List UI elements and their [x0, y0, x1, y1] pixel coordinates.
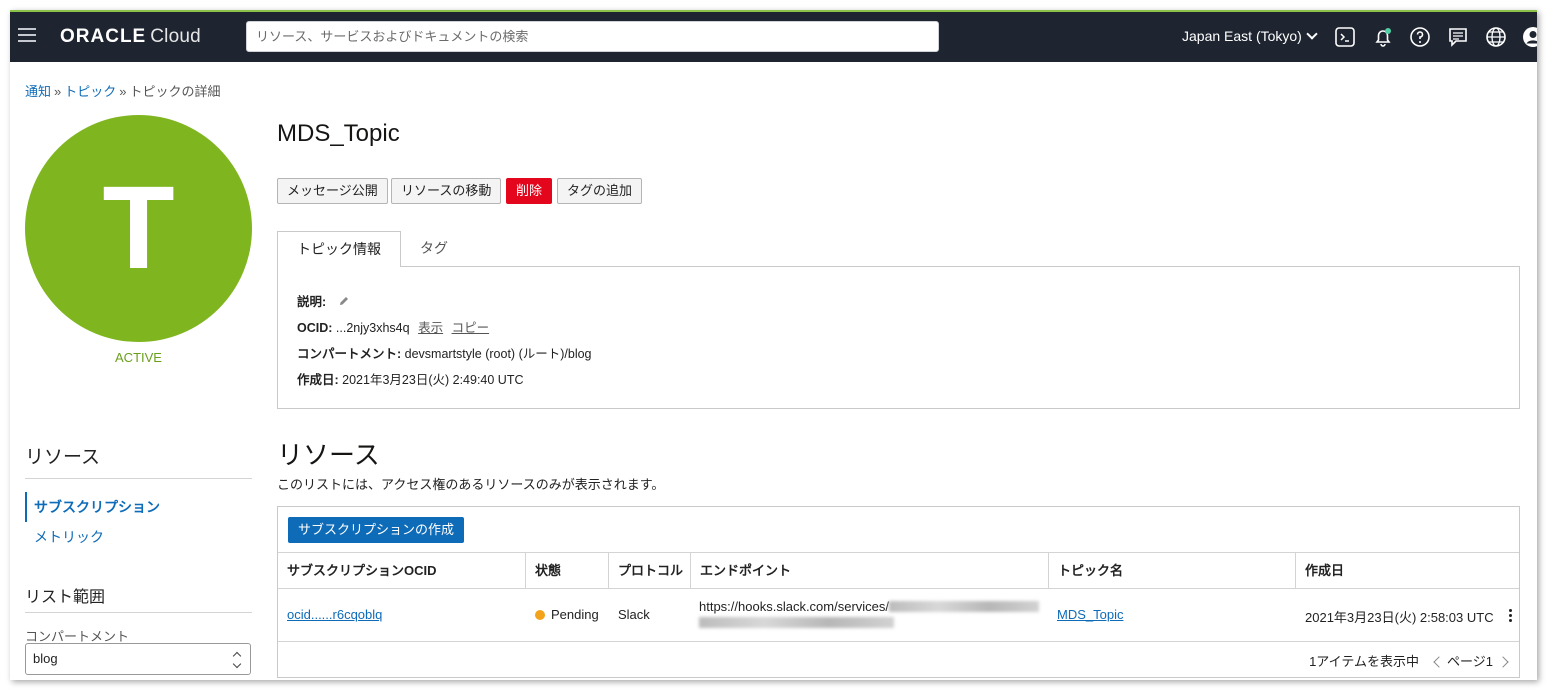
table-header: サブスクリプションOCID 状態 プロトコル エンドポイント トピック名 作成日 [278, 552, 1519, 589]
avatar-letter: T [102, 162, 175, 294]
state-value: Pending [551, 607, 599, 622]
resources-title: リソース [277, 440, 380, 470]
help-icon[interactable] [1409, 26, 1431, 48]
topic-avatar: T [25, 115, 252, 342]
row-actions-kebab-icon[interactable] [1509, 609, 1513, 624]
sidebar-item-subscriptions[interactable]: サブスクリプション [25, 492, 160, 522]
move-resource-button[interactable]: リソースの移動 [391, 178, 502, 204]
pending-status-dot-icon [535, 610, 545, 620]
list-scope-heading: リスト範囲 [25, 589, 106, 606]
description-row: 説明: [297, 291, 350, 310]
app-window: ORACLECloud Japan East (Tokyo) 通知»トピック»ト… [10, 10, 1537, 680]
status-label: ACTIVE [115, 350, 162, 365]
redacted-blur [889, 601, 1040, 612]
oracle-cloud-logo[interactable]: ORACLE Cloud [60, 26, 201, 48]
page-title: MDS_Topic [277, 120, 400, 147]
compartment-info-value: devsmartstyle (root) (ルート)/blog [404, 347, 592, 361]
ocid-label: OCID: [297, 321, 333, 335]
notifications-bell-icon[interactable] [1372, 26, 1394, 48]
language-globe-icon[interactable] [1485, 26, 1507, 48]
breadcrumb-separator: » [119, 84, 127, 99]
edit-pencil-icon[interactable] [338, 295, 350, 307]
topic-info-panel: 説明: OCID: ...2njy3xhs4q 表示 コピー コンパートメント:… [277, 266, 1520, 409]
created-row: 作成日: 2021年3月23日(火) 2:49:40 UTC [297, 369, 524, 388]
ocid-row: OCID: ...2njy3xhs4q 表示 コピー [297, 317, 489, 336]
region-selector[interactable]: Japan East (Tokyo) [1182, 28, 1318, 44]
breadcrumb-current: トピックの詳細 [129, 84, 221, 99]
compartment-info-label: コンパートメント: [297, 347, 402, 361]
chevron-down-icon [1306, 28, 1318, 40]
compartment-select[interactable]: blog [25, 643, 251, 675]
redacted-blur [699, 617, 894, 628]
endpoint-value: https://hooks.slack.com/services/ [699, 599, 890, 614]
breadcrumb: 通知» トピック» トピックの詳細 [25, 81, 221, 100]
page-label: ページ1 [1447, 654, 1493, 669]
cloud-shell-icon[interactable] [1334, 26, 1356, 48]
compartment-row: コンパートメント: devsmartstyle (root) (ルート)/blo… [297, 343, 592, 362]
resources-description: このリストには、アクセス権のあるリソースのみが表示されます。 [277, 477, 665, 492]
add-tags-button[interactable]: タグの追加 [557, 178, 643, 204]
region-label: Japan East (Tokyo) [1182, 28, 1302, 44]
next-page-icon[interactable] [1497, 656, 1509, 668]
subscriptions-table: サブスクリプションの作成 サブスクリプションOCID 状態 プロトコル エンドポ… [277, 506, 1520, 678]
breadcrumb-topics[interactable]: トピック [64, 84, 116, 99]
column-header-state[interactable]: 状態 [526, 553, 609, 589]
breadcrumb-notifications[interactable]: 通知 [25, 84, 51, 99]
column-header-created[interactable]: 作成日 [1296, 553, 1519, 589]
sidebar-resources-heading: リソース [25, 447, 101, 468]
delete-button[interactable]: 削除 [506, 178, 553, 204]
description-label: 説明: [297, 295, 327, 309]
tab-topic-info[interactable]: トピック情報 [277, 231, 401, 267]
endpoint-cell: https://hooks.slack.com/services/ [699, 599, 1040, 631]
ocid-value: ...2njy3xhs4q [335, 321, 410, 335]
menu-icon[interactable] [18, 28, 36, 42]
item-count: 1アイテムを表示中 [1309, 654, 1419, 669]
column-header-topic-name[interactable]: トピック名 [1049, 553, 1296, 589]
divider [25, 478, 252, 479]
select-arrows-icon [232, 651, 242, 669]
column-header-protocol[interactable]: プロトコル [609, 553, 691, 589]
breadcrumb-separator: » [54, 84, 62, 99]
sidebar-item-metrics[interactable]: メトリック [34, 527, 104, 547]
topic-name-link[interactable]: MDS_Topic [1057, 607, 1123, 622]
divider [25, 612, 252, 613]
created-value: 2021年3月23日(火) 2:49:40 UTC [342, 373, 524, 387]
tab-tags[interactable]: タグ [420, 238, 448, 258]
publish-message-button[interactable]: メッセージ公開 [277, 178, 388, 204]
subscription-ocid-link[interactable]: ocid......r6cqoblq [287, 607, 382, 622]
created-date-value: 2021年3月23日(火) 2:58:03 UTC [1305, 610, 1494, 625]
logo-cloud-text: Cloud [150, 26, 201, 47]
create-subscription-button[interactable]: サブスクリプションの作成 [288, 517, 465, 543]
copy-ocid-link[interactable]: コピー [452, 321, 490, 335]
protocol-value: Slack [618, 607, 650, 622]
global-search-input[interactable] [246, 21, 939, 52]
previous-page-icon[interactable] [1433, 656, 1445, 668]
user-profile-icon[interactable] [1522, 26, 1537, 48]
column-header-ocid[interactable]: サブスクリプションOCID [278, 553, 526, 589]
created-label: 作成日: [297, 373, 339, 387]
top-navigation-bar: ORACLECloud Japan East (Tokyo) [10, 12, 1537, 62]
state-cell: Pending [535, 607, 599, 622]
show-ocid-link[interactable]: 表示 [418, 321, 443, 335]
pagination: ページ1 [1433, 651, 1509, 670]
table-row: ocid......r6cqoblq Pending Slack https:/… [278, 589, 1519, 642]
logo-oracle-text: ORACLE [60, 26, 147, 47]
column-header-endpoint[interactable]: エンドポイント [691, 553, 1049, 589]
feedback-chat-icon[interactable] [1447, 26, 1469, 48]
compartment-select-value: blog [33, 651, 58, 666]
